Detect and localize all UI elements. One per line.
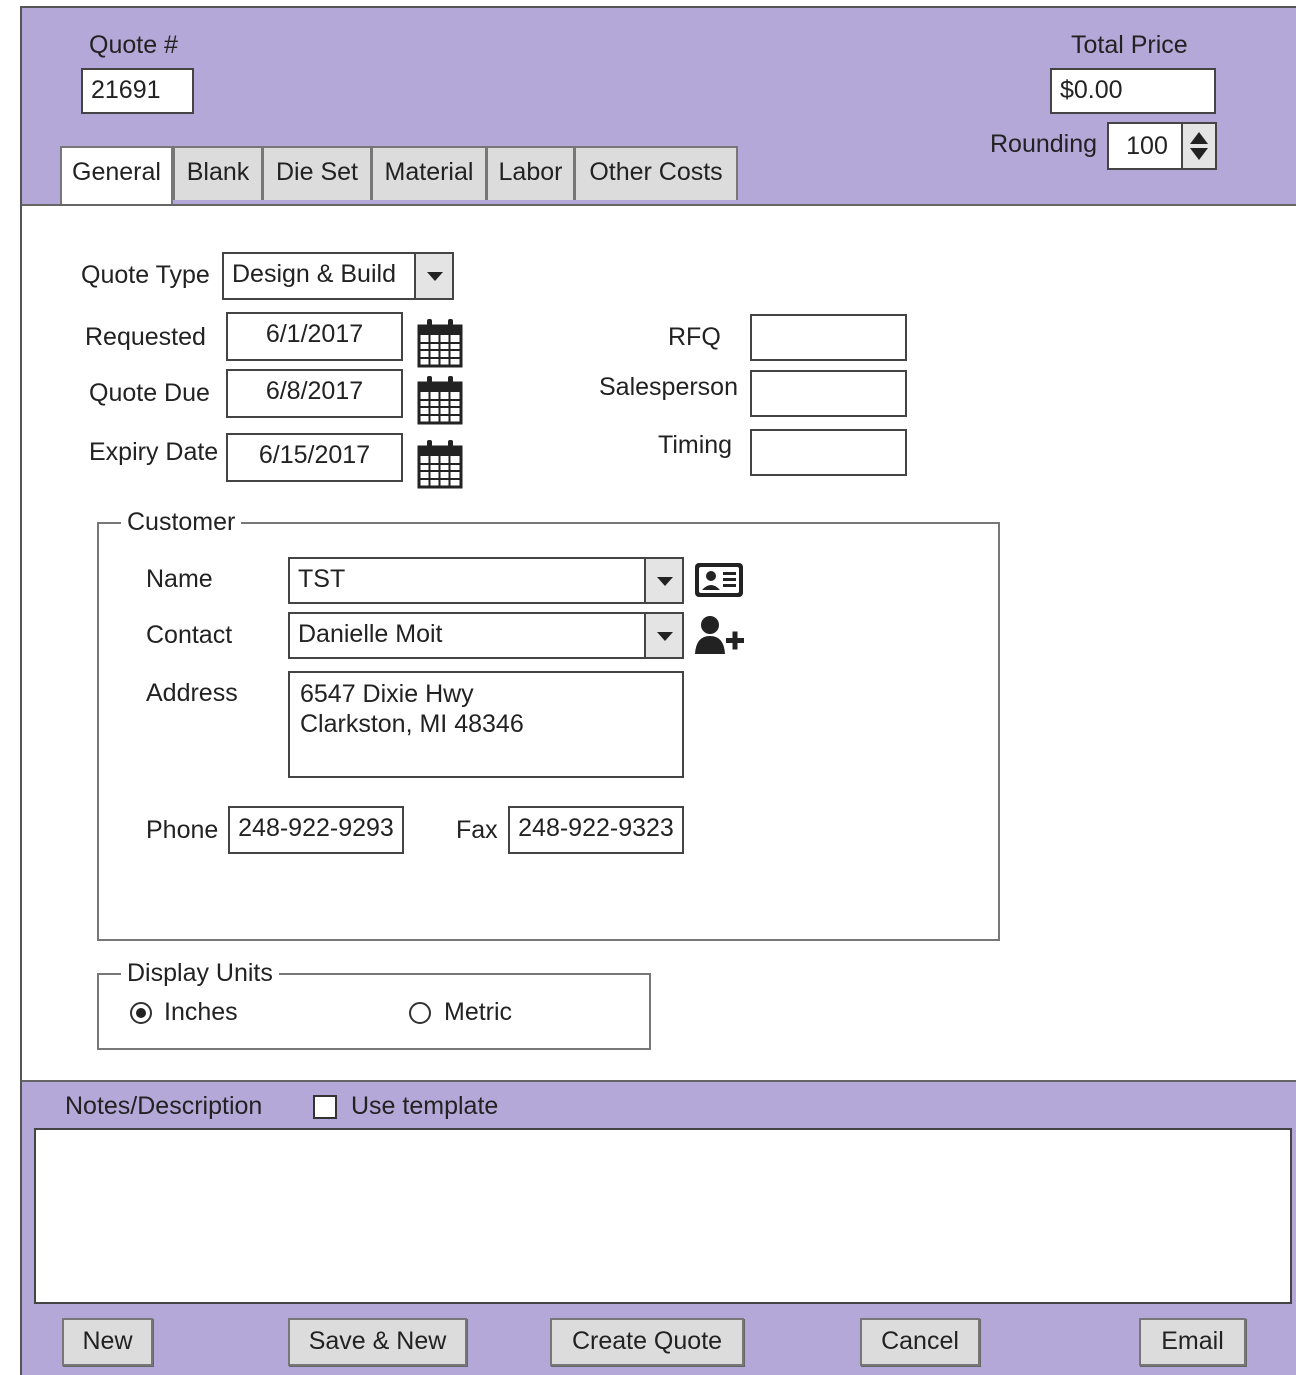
timing-field[interactable]: [750, 429, 907, 476]
save-new-button[interactable]: Save & New: [288, 1318, 467, 1366]
chevron-down-icon[interactable]: [644, 559, 682, 602]
tab-die-set[interactable]: Die Set: [262, 146, 372, 200]
tab-blank[interactable]: Blank: [173, 146, 263, 200]
calendar-icon[interactable]: [417, 375, 463, 425]
fax-field[interactable]: 248-922-9323: [508, 806, 684, 854]
chevron-down-icon[interactable]: [644, 614, 682, 657]
customer-contact-label: Contact: [146, 621, 233, 649]
quote-due-label: Quote Due: [89, 379, 210, 407]
tab-general-label: General: [72, 158, 161, 186]
customer-name-select[interactable]: TST: [288, 557, 684, 604]
phone-field[interactable]: 248-922-9293: [228, 806, 404, 854]
email-button[interactable]: Email: [1139, 1318, 1246, 1366]
tab-die-set-label: Die Set: [276, 158, 358, 186]
tab-general[interactable]: General: [60, 146, 173, 204]
timing-label: Timing: [658, 431, 733, 459]
chevron-down-icon[interactable]: [414, 254, 452, 298]
rfq-label: RFQ: [668, 323, 721, 351]
requested-label: Requested: [85, 323, 206, 351]
rfq-field[interactable]: [750, 314, 907, 361]
address-line-2: Clarkston, MI 48346: [300, 710, 524, 738]
notes-label: Notes/Description: [65, 1092, 263, 1120]
create-quote-button[interactable]: Create Quote: [550, 1318, 744, 1366]
total-price-field[interactable]: $0.00: [1050, 68, 1216, 114]
tab-blank-label: Blank: [186, 158, 250, 186]
customer-address-label: Address: [146, 679, 238, 707]
customer-contact-value: Danielle Moit: [298, 620, 443, 648]
spinner-icon[interactable]: [1181, 124, 1215, 168]
customer-name-value: TST: [298, 565, 346, 593]
use-template-checkbox[interactable]: [313, 1095, 337, 1119]
metric-radio[interactable]: [409, 1002, 431, 1024]
notes-textarea[interactable]: [34, 1128, 1292, 1304]
inches-label[interactable]: Inches: [164, 997, 238, 1027]
requested-date-field[interactable]: 6/1/2017: [226, 312, 403, 361]
quote-type-label: Quote Type: [81, 261, 210, 289]
rounding-value: 100: [1126, 132, 1168, 160]
contact-card-icon[interactable]: [694, 560, 744, 600]
tab-material-label: Material: [384, 158, 474, 186]
rounding-label: Rounding: [990, 130, 1098, 158]
phone-label: Phone: [146, 816, 219, 844]
fax-label: Fax: [456, 816, 498, 844]
add-user-icon[interactable]: [694, 614, 746, 658]
quote-number-label: Quote #: [89, 31, 178, 59]
tab-other-costs-label: Other Costs: [589, 158, 723, 186]
address-line-1: 6547 Dixie Hwy: [300, 680, 474, 708]
use-template-label[interactable]: Use template: [351, 1091, 498, 1121]
inches-radio[interactable]: [130, 1002, 152, 1024]
tab-other-costs[interactable]: Other Costs: [574, 146, 738, 200]
quote-due-date-field[interactable]: 6/8/2017: [226, 369, 403, 418]
calendar-icon[interactable]: [417, 318, 463, 368]
customer-address-field[interactable]: 6547 Dixie Hwy Clarkston, MI 48346: [288, 671, 684, 778]
quote-type-select[interactable]: Design & Build: [222, 252, 454, 300]
customer-contact-select[interactable]: Danielle Moit: [288, 612, 684, 659]
display-units-legend: Display Units: [121, 958, 279, 988]
rounding-field[interactable]: 100: [1107, 122, 1217, 170]
customer-name-label: Name: [146, 565, 213, 593]
expiry-date-field[interactable]: 6/15/2017: [226, 433, 403, 482]
total-price-label: Total Price: [1071, 31, 1188, 59]
tab-labor-label: Labor: [498, 158, 563, 186]
quote-type-value: Design & Build: [232, 260, 396, 288]
new-button[interactable]: New: [62, 1318, 153, 1366]
salesperson-field[interactable]: [750, 370, 907, 417]
cancel-button[interactable]: Cancel: [860, 1318, 980, 1366]
quote-number-field[interactable]: 21691: [81, 68, 194, 114]
calendar-icon[interactable]: [417, 439, 463, 489]
tab-labor[interactable]: Labor: [486, 146, 575, 200]
metric-label[interactable]: Metric: [444, 997, 512, 1027]
customer-legend: Customer: [121, 507, 242, 537]
tab-material[interactable]: Material: [371, 146, 487, 200]
expiry-date-label: Expiry Date: [89, 438, 219, 466]
salesperson-label: Salesperson: [599, 373, 738, 401]
